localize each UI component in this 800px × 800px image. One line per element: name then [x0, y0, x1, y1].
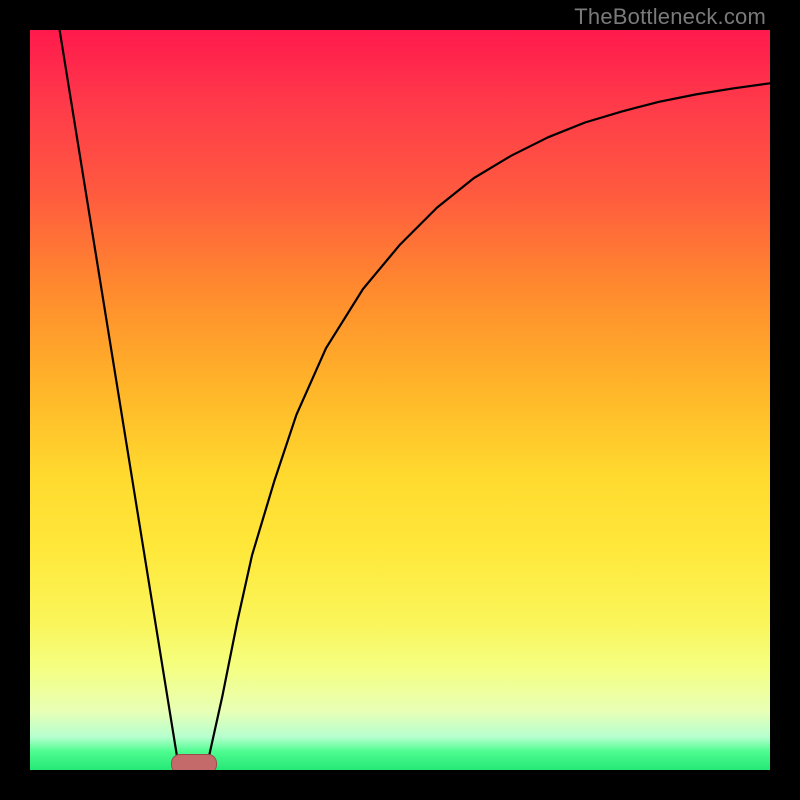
- curve-right-arm: [208, 83, 770, 762]
- plot-area: [30, 30, 770, 770]
- optimum-marker: [171, 754, 217, 770]
- watermark-text: TheBottleneck.com: [574, 4, 766, 30]
- bottleneck-curve: [30, 30, 770, 770]
- curve-left-arm: [60, 30, 178, 763]
- chart-frame: TheBottleneck.com: [0, 0, 800, 800]
